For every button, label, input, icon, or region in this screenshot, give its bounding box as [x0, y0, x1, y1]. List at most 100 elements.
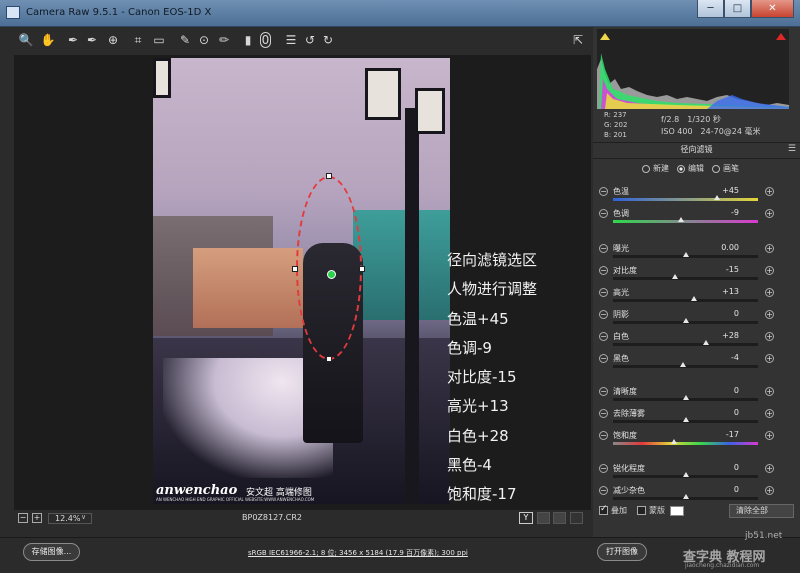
rotate-left-icon[interactable]: ↺	[302, 32, 318, 48]
slider-value[interactable]: 0	[703, 485, 739, 494]
plus-icon[interactable]: +	[765, 209, 774, 218]
slider-value[interactable]: -4	[703, 353, 739, 362]
radial-handle-right[interactable]	[359, 266, 365, 272]
radial-filter-pin[interactable]	[327, 270, 336, 279]
slider-track[interactable]	[613, 277, 758, 280]
straighten-icon[interactable]: ▭	[151, 32, 167, 48]
rotate-right-icon[interactable]: ↻	[320, 32, 336, 48]
plus-icon[interactable]: +	[765, 354, 774, 363]
slider-track[interactable]	[613, 220, 758, 223]
minus-icon[interactable]: −	[599, 332, 608, 341]
minus-icon[interactable]: −	[599, 209, 608, 218]
slider-thumb[interactable]	[714, 195, 721, 200]
zoom-dropdown-icon[interactable]: ∨	[81, 513, 86, 521]
zoom-icon[interactable]: 🔍	[18, 32, 34, 48]
slider-thumb[interactable]	[672, 274, 679, 279]
swap-view-icon[interactable]	[537, 512, 550, 524]
minus-icon[interactable]: −	[599, 187, 608, 196]
radio-icon[interactable]	[712, 164, 720, 173]
open-image-button[interactable]: 打开图像	[597, 543, 647, 561]
slider-thumb[interactable]	[670, 439, 677, 444]
preview-image[interactable]: anwenchao 安文超 高端修图 AN WENCHAO HIGH END G…	[153, 58, 450, 504]
slider-value[interactable]: 0.00	[703, 243, 739, 252]
radial-handle-top[interactable]	[326, 173, 332, 179]
plus-icon[interactable]: +	[765, 332, 774, 341]
fullscreen-icon[interactable]: ⇱	[573, 33, 583, 47]
mode-option[interactable]: 编辑	[677, 163, 704, 174]
minus-icon[interactable]: −	[599, 288, 608, 297]
slider-thumb[interactable]	[682, 472, 689, 477]
minimize-button[interactable]: ─	[697, 0, 724, 18]
radio-icon[interactable]	[642, 164, 650, 173]
slider-value[interactable]: -9	[703, 208, 739, 217]
slider-value[interactable]: -17	[703, 430, 739, 439]
radial-filter-outline[interactable]	[296, 176, 362, 360]
white-balance-icon[interactable]: ✒	[65, 32, 81, 48]
targeted-adjust-icon[interactable]: ⊕	[105, 32, 121, 48]
slider-value[interactable]: +13	[703, 287, 739, 296]
minus-icon[interactable]: −	[599, 387, 608, 396]
slider-value[interactable]: -15	[703, 265, 739, 274]
maximize-button[interactable]: □	[724, 0, 751, 18]
crop-icon[interactable]: ⌗	[130, 32, 146, 48]
graduated-filter-icon[interactable]: ▮	[240, 32, 256, 48]
plus-icon[interactable]: +	[765, 431, 774, 440]
plus-icon[interactable]: +	[765, 387, 774, 396]
spot-removal-icon[interactable]: ✎	[177, 32, 193, 48]
workflow-options-link[interactable]: sRGB IEC61966-2.1; 8 位; 3456 x 5184 (17.…	[248, 548, 468, 558]
slider-thumb[interactable]	[682, 494, 689, 499]
minus-icon[interactable]: −	[599, 409, 608, 418]
hand-icon[interactable]: ✋	[40, 32, 56, 48]
minus-icon[interactable]: −	[599, 244, 608, 253]
plus-icon[interactable]: +	[765, 288, 774, 297]
radio-icon[interactable]	[677, 164, 685, 173]
minus-icon[interactable]: −	[599, 354, 608, 363]
slider-thumb[interactable]	[682, 252, 689, 257]
slider-thumb[interactable]	[682, 395, 689, 400]
slider-track[interactable]	[613, 442, 758, 445]
panel-menu-icon[interactable]: ☰	[788, 144, 796, 154]
shadow-clipping-icon[interactable]	[600, 33, 610, 40]
slider-thumb[interactable]	[702, 340, 709, 345]
radial-filter-icon[interactable]: 0	[260, 32, 271, 48]
minus-icon[interactable]: −	[599, 486, 608, 495]
plus-icon[interactable]: +	[765, 464, 774, 473]
plus-icon[interactable]: +	[765, 244, 774, 253]
slider-value[interactable]: 0	[703, 309, 739, 318]
slider-thumb[interactable]	[682, 318, 689, 323]
minus-icon[interactable]: −	[599, 266, 608, 275]
color-sampler-icon[interactable]: ✒	[84, 32, 100, 48]
slider-thumb[interactable]	[682, 417, 689, 422]
red-eye-icon[interactable]: ⊙	[196, 32, 212, 48]
plus-icon[interactable]: +	[765, 409, 774, 418]
mode-option[interactable]: 画笔	[712, 163, 739, 174]
radial-handle-bottom[interactable]	[326, 356, 332, 362]
highlight-clipping-icon[interactable]	[776, 33, 786, 40]
slider-value[interactable]: 0	[703, 386, 739, 395]
plus-icon[interactable]: +	[765, 266, 774, 275]
mode-option[interactable]: 新建	[642, 163, 669, 174]
slider-thumb[interactable]	[679, 362, 686, 367]
slider-thumb[interactable]	[678, 217, 685, 222]
minus-icon[interactable]: −	[599, 310, 608, 319]
mask-checkbox[interactable]	[637, 506, 646, 515]
slider-track[interactable]	[613, 198, 758, 201]
clear-all-button[interactable]: 清除全部	[729, 504, 794, 518]
preferences-icon[interactable]: ☰	[283, 32, 299, 48]
mask-color-swatch[interactable]	[670, 506, 684, 516]
save-image-button[interactable]: 存储图像...	[23, 543, 80, 561]
slider-value[interactable]: +28	[703, 331, 739, 340]
minus-icon[interactable]: −	[599, 431, 608, 440]
adjustment-brush-icon[interactable]: ✏	[216, 32, 232, 48]
slider-thumb[interactable]	[691, 296, 698, 301]
slider-value[interactable]: 0	[703, 408, 739, 417]
slider-value[interactable]: 0	[703, 463, 739, 472]
view-settings-icon[interactable]	[570, 512, 583, 524]
slider-value[interactable]: +45	[703, 186, 739, 195]
plus-icon[interactable]: +	[765, 310, 774, 319]
overlay-checkbox[interactable]	[599, 504, 608, 515]
slider-track[interactable]	[613, 299, 758, 302]
plus-icon[interactable]: +	[765, 486, 774, 495]
before-after-toggle[interactable]: Y	[519, 512, 533, 524]
minus-icon[interactable]: −	[599, 464, 608, 473]
